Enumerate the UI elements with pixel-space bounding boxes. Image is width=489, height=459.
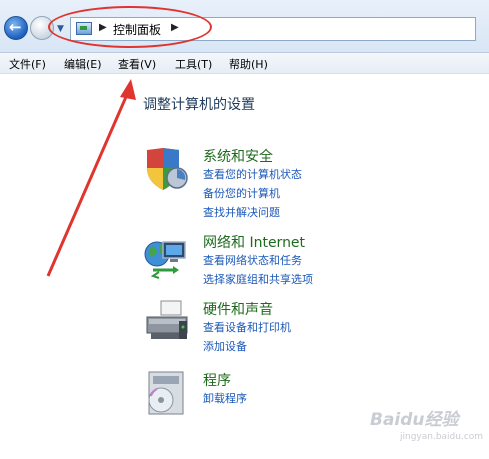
back-arrow-icon: ← bbox=[9, 18, 22, 36]
link-homegroup-sharing[interactable]: 选择家庭组和共享选项 bbox=[203, 271, 313, 287]
category-title[interactable]: 程序 bbox=[203, 370, 231, 390]
category-title[interactable]: 网络和 Internet bbox=[203, 232, 305, 252]
menu-view[interactable]: 查看(V) bbox=[118, 56, 156, 72]
menu-bar: 文件(F) 编辑(E) 查看(V) 工具(T) 帮助(H) bbox=[0, 53, 489, 74]
link-add-device[interactable]: 添加设备 bbox=[203, 338, 247, 354]
highlight-circle-annotation bbox=[48, 6, 212, 48]
network-globe-icon[interactable] bbox=[143, 232, 191, 280]
printer-icon[interactable] bbox=[143, 299, 191, 347]
control-panel-content: 调整计算机的设置 系统和安全 查看您的计算机状态 备份您的计算机 查找并解决问题 bbox=[0, 74, 489, 459]
address-bar: ← ▼ ▶ 控制面板 ▶ bbox=[0, 0, 489, 53]
menu-edit[interactable]: 编辑(E) bbox=[64, 56, 102, 72]
category-title[interactable]: 系统和安全 bbox=[203, 146, 273, 166]
link-view-computer-status[interactable]: 查看您的计算机状态 bbox=[203, 166, 302, 182]
back-button[interactable]: ← bbox=[4, 16, 28, 40]
programs-icon[interactable] bbox=[143, 370, 191, 418]
category-title[interactable]: 硬件和声音 bbox=[203, 299, 273, 319]
watermark-logo: Baidu经验 bbox=[370, 410, 459, 430]
link-devices-printers[interactable]: 查看设备和打印机 bbox=[203, 319, 291, 335]
page-title: 调整计算机的设置 bbox=[143, 97, 255, 113]
watermark-url: jingyan.baidu.com bbox=[400, 432, 484, 442]
link-troubleshoot[interactable]: 查找并解决问题 bbox=[203, 204, 280, 220]
menu-tools[interactable]: 工具(T) bbox=[175, 56, 212, 72]
link-uninstall-program[interactable]: 卸载程序 bbox=[203, 390, 247, 406]
link-backup-computer[interactable]: 备份您的计算机 bbox=[203, 185, 280, 201]
shield-system-icon[interactable] bbox=[143, 146, 191, 194]
menu-help[interactable]: 帮助(H) bbox=[229, 56, 268, 72]
menu-file[interactable]: 文件(F) bbox=[9, 56, 46, 72]
link-network-status[interactable]: 查看网络状态和任务 bbox=[203, 252, 302, 268]
